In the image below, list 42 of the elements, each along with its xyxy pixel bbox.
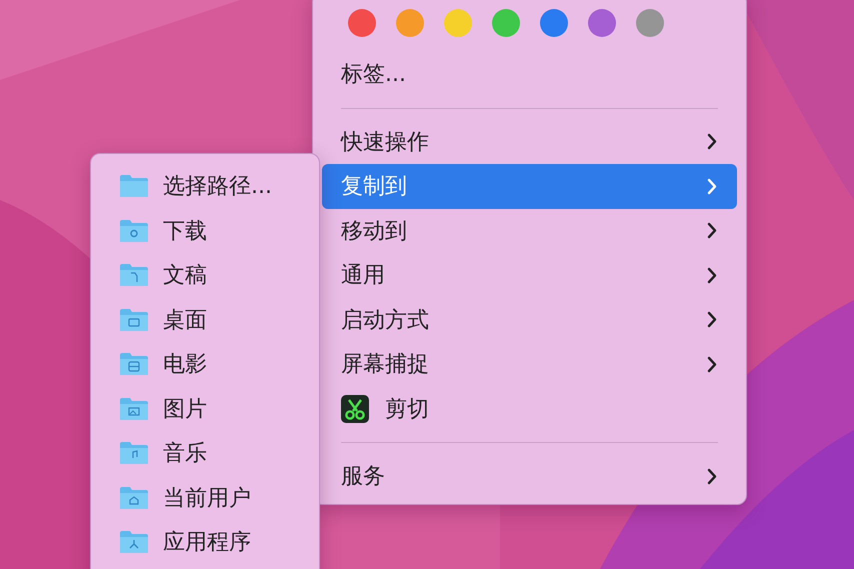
menu-item[interactable]: 剪切 [322, 386, 737, 431]
menu-item[interactable]: 通用 [322, 253, 737, 298]
menu-item[interactable]: 启动方式 [322, 298, 737, 342]
chevron-icon [707, 178, 717, 195]
chevron-icon [707, 222, 717, 240]
folder-icon [119, 263, 149, 288]
tag-color-dot[interactable] [396, 9, 424, 37]
submenu-item[interactable]: 图片 [91, 386, 319, 431]
menu-item[interactable]: 移动到 [322, 208, 737, 253]
submenu-item[interactable]: 文稿 [91, 253, 319, 298]
submenu-item[interactable]: 桌面 [91, 298, 319, 342]
submenu-item[interactable]: 应用程序 [91, 520, 319, 564]
folder-icon [119, 308, 149, 332]
submenu-item[interactable]: 电影 [91, 342, 319, 386]
menu-item[interactable]: 标签... [313, 52, 406, 96]
chevron-icon [707, 356, 717, 373]
tag-color-dot[interactable] [492, 9, 520, 37]
chevron-icon [707, 468, 717, 485]
submenu-item[interactable]: 音乐 [91, 431, 319, 476]
chevron-icon [707, 311, 717, 328]
folder-icon [119, 486, 149, 510]
folder-icon [119, 396, 149, 421]
folder-icon [119, 441, 149, 466]
tag-color-dot[interactable] [636, 9, 664, 37]
menu-item[interactable]: 快速操作 [322, 120, 737, 164]
tag-color-dot[interactable] [444, 9, 472, 37]
chevron-icon [707, 266, 717, 284]
menu-item[interactable]: 屏幕捕捉 [322, 342, 737, 386]
submenu-item[interactable]: 选择路径... [91, 164, 319, 208]
folder-icon [119, 352, 149, 376]
folder-icon [119, 174, 149, 198]
scissors-icon [341, 394, 369, 423]
submenu-item[interactable]: 当前用户 [91, 476, 319, 520]
folder-icon [119, 218, 149, 243]
folder-icon [119, 530, 149, 554]
tag-color-dot[interactable] [348, 9, 376, 37]
menu-item[interactable]: 服务 [322, 454, 737, 498]
tag-color-dot[interactable] [540, 9, 568, 37]
menu-item[interactable]: 复制到 [322, 164, 737, 208]
chevron-icon [707, 133, 717, 150]
submenu-item[interactable]: 下载 [91, 208, 319, 253]
tag-color-dot[interactable] [588, 9, 616, 37]
